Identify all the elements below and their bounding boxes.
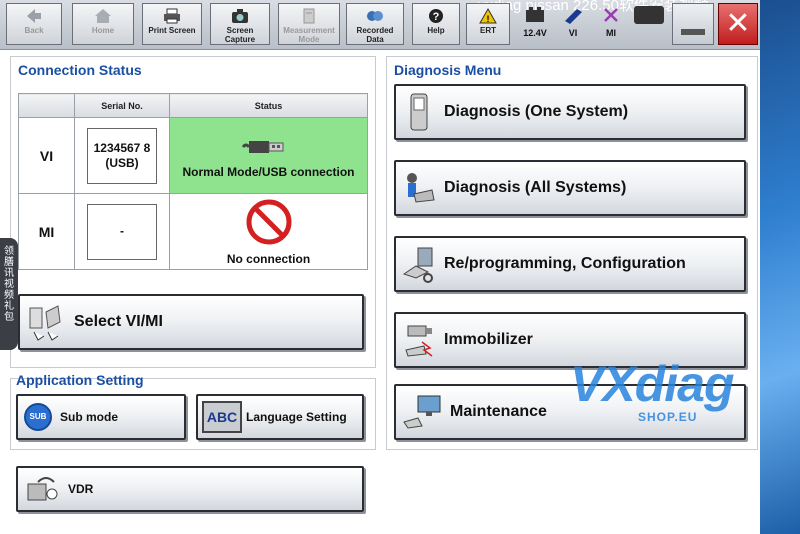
vdr-button[interactable]: VDR	[16, 466, 364, 512]
mi-status-cell: No connection	[169, 193, 368, 270]
table-row: VI 1234567 8 (USB) Normal Mode/USB conne…	[18, 117, 368, 194]
application-setting-title: Application Setting	[16, 372, 144, 388]
immobilizer-button[interactable]: Immobilizer	[394, 312, 746, 368]
measurement-label-1: Measurement	[283, 26, 335, 35]
blank-header	[18, 93, 75, 118]
svg-text:?: ?	[433, 11, 440, 23]
ert-button[interactable]: ! ERT	[466, 3, 510, 45]
vdr-icon	[27, 477, 58, 501]
usb-cable-icon	[241, 140, 283, 153]
recorded-label-1: Recorded	[356, 26, 394, 35]
mi-status-text: No connection	[226, 251, 311, 266]
printer-icon	[164, 8, 180, 24]
diagnosis-all-systems-label: Diagnosis (All Systems)	[444, 179, 627, 196]
reprogramming-button[interactable]: Re/programming, Configuration	[394, 236, 746, 292]
sub-mode-label: Sub mode	[60, 410, 119, 424]
select-vi-mi-label: Select VI/MI	[74, 313, 163, 330]
mi-serial-value: -	[87, 203, 157, 260]
reprogramming-label: Re/programming, Configuration	[444, 255, 686, 272]
vi-status-text: Normal Mode/USB connection	[182, 164, 355, 179]
reprogramming-icon	[402, 247, 433, 283]
home-label: Home	[91, 26, 115, 35]
language-setting-button[interactable]: ABC Language Setting	[196, 394, 364, 440]
close-button[interactable]: ✕	[718, 3, 758, 45]
connection-status-title: Connection Status	[18, 62, 142, 78]
mi-row-label: MI	[18, 193, 75, 270]
vi-label: VI	[568, 28, 578, 38]
measurement-label-2: Mode	[298, 35, 320, 44]
car-diagnosis-icon	[407, 173, 435, 203]
screen-capture-button[interactable]: Screen Capture	[210, 3, 270, 45]
minimize-button[interactable]	[672, 3, 714, 45]
ert-label: ERT	[480, 26, 496, 35]
warning-icon: !	[479, 8, 497, 24]
recorded-label-2: Data	[366, 35, 384, 44]
vi-status-cell: Normal Mode/USB connection	[169, 117, 368, 194]
maintenance-button[interactable]: Maintenance	[394, 384, 746, 440]
side-promo-tab[interactable]: 领 膳 讯 视 频 礼 包	[0, 238, 18, 350]
vdr-label: VDR	[68, 482, 94, 496]
diagnosis-one-system-button[interactable]: Diagnosis (One System)	[394, 84, 746, 140]
maintenance-label: Maintenance	[450, 403, 547, 420]
home-icon	[95, 9, 111, 23]
table-header-row: Serial No. Status	[18, 93, 368, 118]
help-icon: ?	[429, 9, 443, 23]
measurement-mode-button[interactable]: Measurement Mode	[278, 3, 340, 45]
select-device-icon	[29, 305, 61, 341]
mi-label: MI	[606, 28, 616, 38]
vi-indicator: VI	[556, 4, 590, 44]
print-screen-label: Print Screen	[148, 26, 196, 35]
ecu-device-icon	[410, 93, 428, 131]
connection-status-table: Serial No. Status VI 1234567 8 (USB) Nor…	[18, 93, 368, 270]
home-button[interactable]: Home	[72, 3, 134, 45]
table-row: MI - No connection	[18, 193, 368, 270]
language-icon: ABC	[202, 401, 242, 433]
battery-voltage-indicator: 12.4V	[516, 4, 554, 44]
mi-serial-cell: -	[74, 193, 170, 270]
help-label: Help	[427, 26, 445, 35]
measurement-icon	[303, 8, 315, 24]
svg-text:!: !	[487, 14, 490, 24]
voltage-value: 12.4V	[523, 28, 547, 38]
select-vi-mi-button[interactable]: Select VI/MI	[18, 294, 364, 350]
screen-capture-label-1: Screen	[226, 26, 254, 35]
screen-capture-label-2: Capture	[224, 35, 256, 44]
vi-row-label: VI	[18, 117, 75, 194]
toolbar: vxdiag nissan 226.50软件安装视频 Back Home Pri…	[0, 0, 760, 50]
sub-mode-icon: SUB	[24, 403, 52, 431]
battery-icon	[526, 7, 544, 22]
status-header: Status	[169, 93, 368, 118]
immobilizer-label: Immobilizer	[444, 331, 533, 348]
no-connection-icon	[246, 199, 291, 244]
diagnosis-one-system-label: Diagnosis (One System)	[444, 103, 629, 120]
mi-disconnected-icon	[604, 8, 618, 22]
serial-no-header: Serial No.	[74, 93, 170, 118]
back-button[interactable]: Back	[6, 3, 62, 45]
mi-indicator: MI	[594, 4, 628, 44]
vi-serial-cell: 1234567 8 (USB)	[74, 117, 170, 194]
language-setting-label: Language Setting	[246, 410, 347, 424]
print-screen-button[interactable]: Print Screen	[142, 3, 202, 45]
vi-device-icon	[565, 9, 582, 24]
maintenance-icon	[403, 395, 441, 429]
minimize-icon	[681, 29, 705, 35]
recorded-data-icon	[367, 11, 383, 21]
main-content: Connection Status Serial No. Status VI 1…	[0, 50, 760, 534]
diagnosis-menu-title: Diagnosis Menu	[394, 62, 502, 78]
diagnosis-all-systems-button[interactable]: Diagnosis (All Systems)	[394, 160, 746, 216]
key-icon	[405, 325, 433, 357]
card-icon	[634, 6, 664, 24]
vi-serial-value: 1234567 8 (USB)	[87, 127, 157, 184]
recorded-data-button[interactable]: Recorded Data	[346, 3, 404, 45]
side-tab-text: 领 膳 讯 视 频 礼 包	[4, 246, 14, 323]
back-arrow-icon	[27, 9, 41, 23]
windows-desktop-background	[760, 0, 800, 534]
sub-mode-button[interactable]: SUB Sub mode	[16, 394, 186, 440]
back-label: Back	[24, 26, 44, 35]
help-button[interactable]: ? Help	[412, 3, 460, 45]
camera-icon	[232, 9, 248, 23]
